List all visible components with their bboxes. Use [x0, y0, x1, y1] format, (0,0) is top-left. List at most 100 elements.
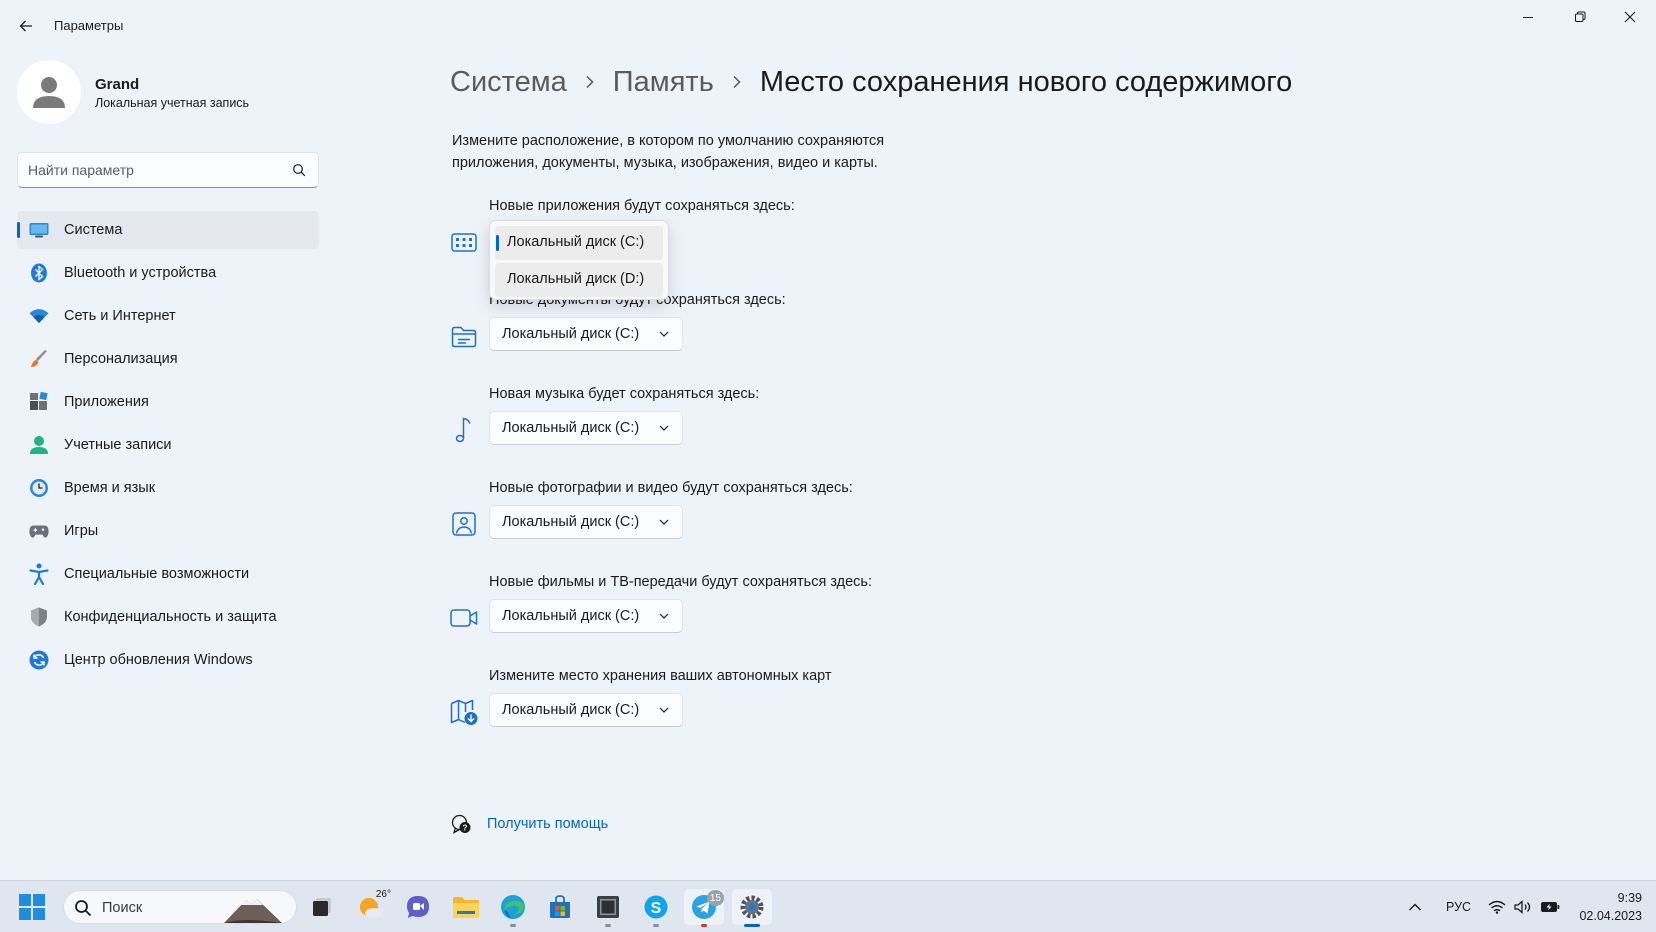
- close-button[interactable]: [1606, 0, 1654, 34]
- dropdown-value: Локальный диск (C:): [502, 514, 640, 530]
- sidebar-item-apps[interactable]: Приложения: [17, 383, 319, 421]
- search-icon[interactable]: [292, 163, 306, 177]
- sidebar-item-accessibility[interactable]: Специальные возможности: [17, 555, 319, 593]
- setting-documents-location: Новые документы будут сохраняться здесь:…: [450, 292, 950, 372]
- taskbar-edge[interactable]: [493, 889, 533, 927]
- restore-button[interactable]: [1556, 0, 1604, 34]
- running-indicator: [701, 924, 707, 927]
- setting-label: Измените место хранения ваших автономных…: [489, 668, 832, 684]
- setting-label: Новые приложения будут сохраняться здесь…: [489, 198, 795, 214]
- wifi-icon: [29, 306, 49, 326]
- task-view-icon: [313, 898, 331, 916]
- show-hidden-icons-button[interactable]: [1408, 881, 1422, 932]
- movies-location-dropdown[interactable]: Локальный диск (C:): [489, 599, 683, 633]
- start-button[interactable]: [19, 894, 45, 920]
- setting-label: Новые фотографии и видео будут сохранять…: [489, 480, 853, 496]
- chevron-right-icon: [585, 75, 595, 89]
- battery-status[interactable]: [1540, 881, 1560, 932]
- apps-location-dropdown-popup: Локальный диск (C:) Локальный диск (D:): [489, 220, 669, 300]
- dropdown-option-c[interactable]: Локальный диск (C:): [495, 226, 663, 260]
- sidebar-item-time-language[interactable]: Время и язык: [17, 469, 319, 507]
- setting-label: Новые фильмы и ТВ-передачи будут сохраня…: [489, 574, 873, 590]
- sidebar-item-privacy[interactable]: Конфиденциальность и защита: [17, 598, 319, 636]
- dropdown-value: Локальный диск (C:): [502, 326, 640, 342]
- minimize-icon: [1523, 17, 1533, 18]
- setting-label: Новая музыка будет сохраняться здесь:: [489, 386, 760, 402]
- taskbar-weather[interactable]: 26°: [352, 889, 392, 925]
- setting-music-location: Новая музыка будет сохраняться здесь: Ло…: [450, 386, 950, 466]
- breadcrumb-storage[interactable]: Память: [613, 66, 714, 99]
- dropdown-option-d[interactable]: Локальный диск (D:): [495, 263, 663, 297]
- taskbar-chat[interactable]: [398, 889, 438, 925]
- sidebar-item-network[interactable]: Сеть и Интернет: [17, 297, 319, 335]
- sidebar-item-bluetooth[interactable]: Bluetooth и устройства: [17, 254, 319, 292]
- taskbar-skype[interactable]: S: [636, 889, 676, 927]
- store-icon: [550, 895, 570, 918]
- sidebar-item-label: Приложения: [64, 394, 149, 410]
- dark-app-icon: [597, 896, 619, 918]
- music-location-dropdown[interactable]: Локальный диск (C:): [489, 411, 683, 445]
- search-highlight-mountain-icon: [224, 899, 282, 923]
- sidebar-item-windows-update[interactable]: Центр обновления Windows: [17, 641, 319, 679]
- account-icon: [29, 435, 49, 455]
- sidebar-item-accounts[interactable]: Учетные записи: [17, 426, 319, 464]
- maps-location-dropdown[interactable]: Локальный диск (C:): [489, 693, 683, 727]
- documents-location-dropdown[interactable]: Локальный диск (C:): [489, 317, 683, 351]
- back-button[interactable]: [14, 14, 38, 38]
- wifi-status[interactable]: [1488, 881, 1506, 932]
- user-profile[interactable]: Grand Локальная учетная запись: [17, 60, 317, 126]
- update-icon: [29, 650, 49, 670]
- chevron-down-icon: [659, 331, 669, 337]
- breadcrumb-system[interactable]: Система: [450, 66, 567, 99]
- chevron-down-icon: [659, 613, 669, 619]
- get-help-link[interactable]: ? Получить помощь: [450, 812, 608, 836]
- running-indicator: [510, 924, 516, 927]
- user-name: Grand: [95, 76, 140, 93]
- dropdown-value: Локальный диск (C:): [502, 702, 640, 718]
- music-note-icon: [450, 416, 478, 444]
- taskbar: Поиск 26° S 15 РУС 9:39 02.04.2023: [0, 880, 1656, 932]
- settings-search[interactable]: [17, 152, 319, 188]
- svg-text:S: S: [651, 900, 662, 917]
- help-chat-icon: ?: [450, 813, 472, 835]
- documents-folder-icon: [450, 322, 478, 350]
- taskbar-task-view[interactable]: [302, 889, 342, 925]
- user-icon: [33, 77, 65, 108]
- get-help-label: Получить помощь: [487, 816, 609, 832]
- language-indicator[interactable]: РУС: [1446, 881, 1471, 932]
- language-label: РУС: [1446, 900, 1472, 914]
- taskbar-settings[interactable]: [732, 889, 772, 927]
- running-indicator: [605, 924, 611, 927]
- volume-icon: [1514, 900, 1531, 914]
- taskbar-store[interactable]: [540, 889, 580, 925]
- clock[interactable]: 9:39 02.04.2023: [1579, 889, 1642, 925]
- option-label: Локальный диск (C:): [507, 234, 645, 250]
- brush-icon: [29, 349, 49, 369]
- account-type: Локальная учетная запись: [95, 96, 250, 110]
- sidebar-item-label: Центр обновления Windows: [64, 652, 253, 668]
- search-input[interactable]: [28, 153, 288, 187]
- sidebar-item-system[interactable]: Система: [17, 211, 319, 249]
- option-label: Локальный диск (D:): [507, 271, 645, 287]
- taskbar-telegram[interactable]: 15: [684, 889, 724, 927]
- minimize-button[interactable]: [1504, 0, 1552, 34]
- sidebar-item-gaming[interactable]: Игры: [17, 512, 319, 550]
- chevron-down-icon: [659, 425, 669, 431]
- clock-globe-icon: [29, 478, 49, 498]
- chevron-up-icon: [1409, 903, 1421, 911]
- taskbar-file-explorer[interactable]: [446, 889, 486, 925]
- taskbar-app-window[interactable]: [588, 889, 628, 927]
- active-indicator: [744, 924, 760, 927]
- sidebar-item-label: Персонализация: [64, 351, 178, 367]
- volume-status[interactable]: [1514, 881, 1532, 932]
- taskbar-search[interactable]: Поиск: [63, 890, 297, 924]
- svg-text:?: ?: [463, 824, 468, 833]
- clock-date: 02.04.2023: [1579, 909, 1642, 923]
- dropdown-value: Локальный диск (C:): [502, 420, 640, 436]
- photo-icon: [450, 510, 478, 538]
- chevron-down-icon: [659, 707, 669, 713]
- setting-movies-location: Новые фильмы и ТВ-передачи будут сохраня…: [450, 574, 950, 654]
- photos-location-dropdown[interactable]: Локальный диск (C:): [489, 505, 683, 539]
- sidebar-item-personalization[interactable]: Персонализация: [17, 340, 319, 378]
- chevron-right-icon: [732, 75, 742, 89]
